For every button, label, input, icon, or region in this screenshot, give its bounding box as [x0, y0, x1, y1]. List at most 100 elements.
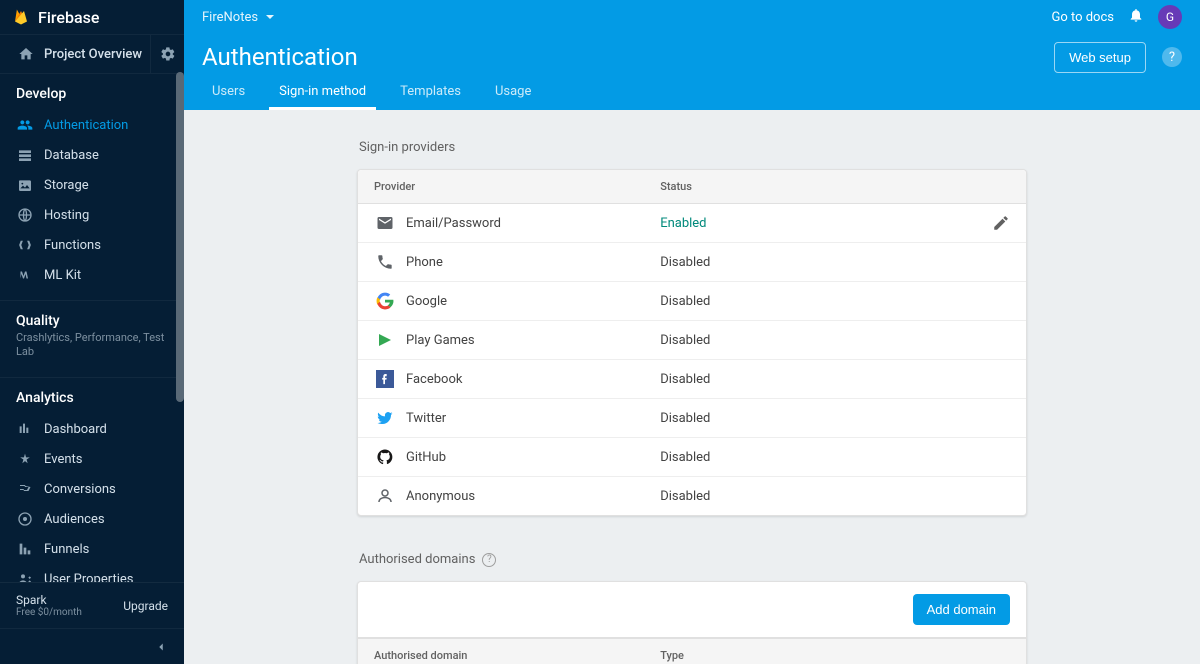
- plan-block: Spark Free $0/month Upgrade: [0, 583, 184, 628]
- database-icon: [16, 147, 34, 163]
- provider-status: Disabled: [660, 411, 914, 426]
- pencil-icon: [992, 214, 1010, 232]
- plan-price: Free $0/month: [16, 607, 82, 618]
- collapse-sidebar-button[interactable]: [0, 628, 184, 664]
- sidebar-item-label: Events: [44, 452, 82, 467]
- provider-row-anonymous[interactable]: Anonymous Disabled: [358, 477, 1026, 515]
- main: FireNotes Go to docs G Authentication We…: [184, 0, 1200, 664]
- project-selector-label: FireNotes: [202, 10, 258, 25]
- provider-row-play-games[interactable]: Play Games Disabled: [358, 321, 1026, 360]
- col-domain: Authorised domain: [374, 649, 660, 662]
- tab-users[interactable]: Users: [202, 84, 255, 110]
- sidebar-item-authentication[interactable]: Authentication: [0, 110, 184, 140]
- sidebar-item-label: Storage: [44, 178, 89, 193]
- sidebar-item-label: Audiences: [44, 512, 105, 527]
- sidebar-item-funnels[interactable]: Funnels: [0, 534, 184, 564]
- domains-help-icon[interactable]: ?: [482, 553, 496, 567]
- notifications-button[interactable]: [1128, 7, 1144, 27]
- firebase-logo-icon: [12, 8, 30, 26]
- sidebar-scrollbar-thumb[interactable]: [176, 72, 184, 402]
- sidebar-item-storage[interactable]: Storage: [0, 170, 184, 200]
- tab-templates[interactable]: Templates: [390, 84, 471, 110]
- edit-provider-button[interactable]: [915, 214, 1010, 232]
- events-icon: [16, 451, 34, 467]
- provider-row-twitter[interactable]: Twitter Disabled: [358, 399, 1026, 438]
- add-domain-button[interactable]: Add domain: [913, 594, 1010, 625]
- github-icon: [374, 448, 396, 466]
- go-to-docs-link[interactable]: Go to docs: [1051, 10, 1114, 25]
- provider-name: Facebook: [406, 372, 462, 387]
- provider-status: Disabled: [660, 450, 914, 465]
- sidebar-item-audiences[interactable]: Audiences: [0, 504, 184, 534]
- provider-row-facebook[interactable]: Facebook Disabled: [358, 360, 1026, 399]
- provider-status: Enabled: [660, 216, 914, 231]
- home-icon: [18, 46, 34, 62]
- provider-status: Disabled: [660, 255, 914, 270]
- sidebar-item-hosting[interactable]: Hosting: [0, 200, 184, 230]
- sidebar-item-label: ML Kit: [44, 268, 81, 283]
- provider-name: Phone: [406, 255, 443, 270]
- sidebar-item-mlkit[interactable]: ML Kit: [0, 260, 184, 290]
- tab-usage[interactable]: Usage: [485, 84, 541, 110]
- audiences-icon: [16, 511, 34, 527]
- provider-status: Disabled: [660, 333, 914, 348]
- sidebar-item-label: Functions: [44, 238, 101, 253]
- header: FireNotes Go to docs G Authentication We…: [184, 0, 1200, 110]
- tab-sign-in-method[interactable]: Sign-in method: [269, 84, 376, 110]
- provider-name: GitHub: [406, 450, 446, 465]
- provider-row-email[interactable]: Email/Password Enabled: [358, 204, 1026, 243]
- project-overview-label: Project Overview: [44, 47, 142, 62]
- storage-icon: [16, 177, 34, 193]
- sidebar-section-quality[interactable]: Quality: [0, 301, 184, 331]
- play-games-icon: [374, 331, 396, 349]
- sidebar-scrollbar[interactable]: [176, 72, 184, 496]
- sidebar-item-dashboard[interactable]: Dashboard: [0, 414, 184, 444]
- project-settings-button[interactable]: [150, 35, 184, 73]
- help-button[interactable]: ?: [1162, 47, 1182, 67]
- email-icon: [374, 214, 396, 232]
- mlkit-icon: [16, 267, 34, 283]
- sidebar-section-develop[interactable]: Develop: [0, 74, 184, 110]
- sidebar-item-label: User Properties: [44, 572, 134, 583]
- sidebar-section-analytics[interactable]: Analytics: [0, 378, 184, 414]
- sidebar-quality-sub: Crashlytics, Performance, Test Lab: [0, 331, 184, 367]
- sidebar-item-database[interactable]: Database: [0, 140, 184, 170]
- sidebar-item-user-properties[interactable]: User Properties: [0, 564, 184, 582]
- content: Sign-in providers Provider Status Email/…: [184, 110, 1200, 664]
- domains-section-label: Authorised domains ?: [359, 552, 1027, 567]
- provider-status: Disabled: [660, 294, 914, 309]
- dashboard-icon: [16, 421, 34, 437]
- provider-row-google[interactable]: Google Disabled: [358, 282, 1026, 321]
- funnels-icon: [16, 541, 34, 557]
- provider-row-github[interactable]: GitHub Disabled: [358, 438, 1026, 477]
- col-status: Status: [660, 180, 914, 193]
- bell-icon: [1128, 7, 1144, 23]
- project-overview[interactable]: Project Overview: [0, 34, 184, 74]
- provider-name: Google: [406, 294, 447, 309]
- page-title: Authentication: [202, 43, 358, 71]
- sidebar-item-conversions[interactable]: Conversions: [0, 474, 184, 504]
- avatar[interactable]: G: [1158, 5, 1182, 29]
- upgrade-button[interactable]: Upgrade: [123, 599, 168, 613]
- sidebar-item-label: Funnels: [44, 542, 89, 557]
- facebook-icon: [374, 370, 396, 388]
- brand[interactable]: Firebase: [0, 0, 184, 34]
- project-selector[interactable]: FireNotes: [202, 10, 274, 25]
- chevron-left-icon: [154, 640, 168, 654]
- sidebar: Firebase Project Overview Develop Authen…: [0, 0, 184, 664]
- hosting-icon: [16, 207, 34, 223]
- domains-card: Add domain Authorised domain Type localh…: [357, 581, 1027, 664]
- col-provider: Provider: [374, 180, 660, 193]
- sidebar-item-events[interactable]: Events: [0, 444, 184, 474]
- col-type: Type: [660, 649, 914, 662]
- web-setup-button[interactable]: Web setup: [1054, 42, 1146, 73]
- sidebar-item-functions[interactable]: Functions: [0, 230, 184, 260]
- provider-row-phone[interactable]: Phone Disabled: [358, 243, 1026, 282]
- provider-status: Disabled: [660, 372, 914, 387]
- phone-icon: [374, 253, 396, 271]
- provider-name: Twitter: [406, 411, 446, 426]
- provider-name: Email/Password: [406, 216, 501, 231]
- provider-status: Disabled: [660, 489, 914, 504]
- sidebar-item-label: Dashboard: [44, 422, 107, 437]
- sidebar-item-label: Conversions: [44, 482, 116, 497]
